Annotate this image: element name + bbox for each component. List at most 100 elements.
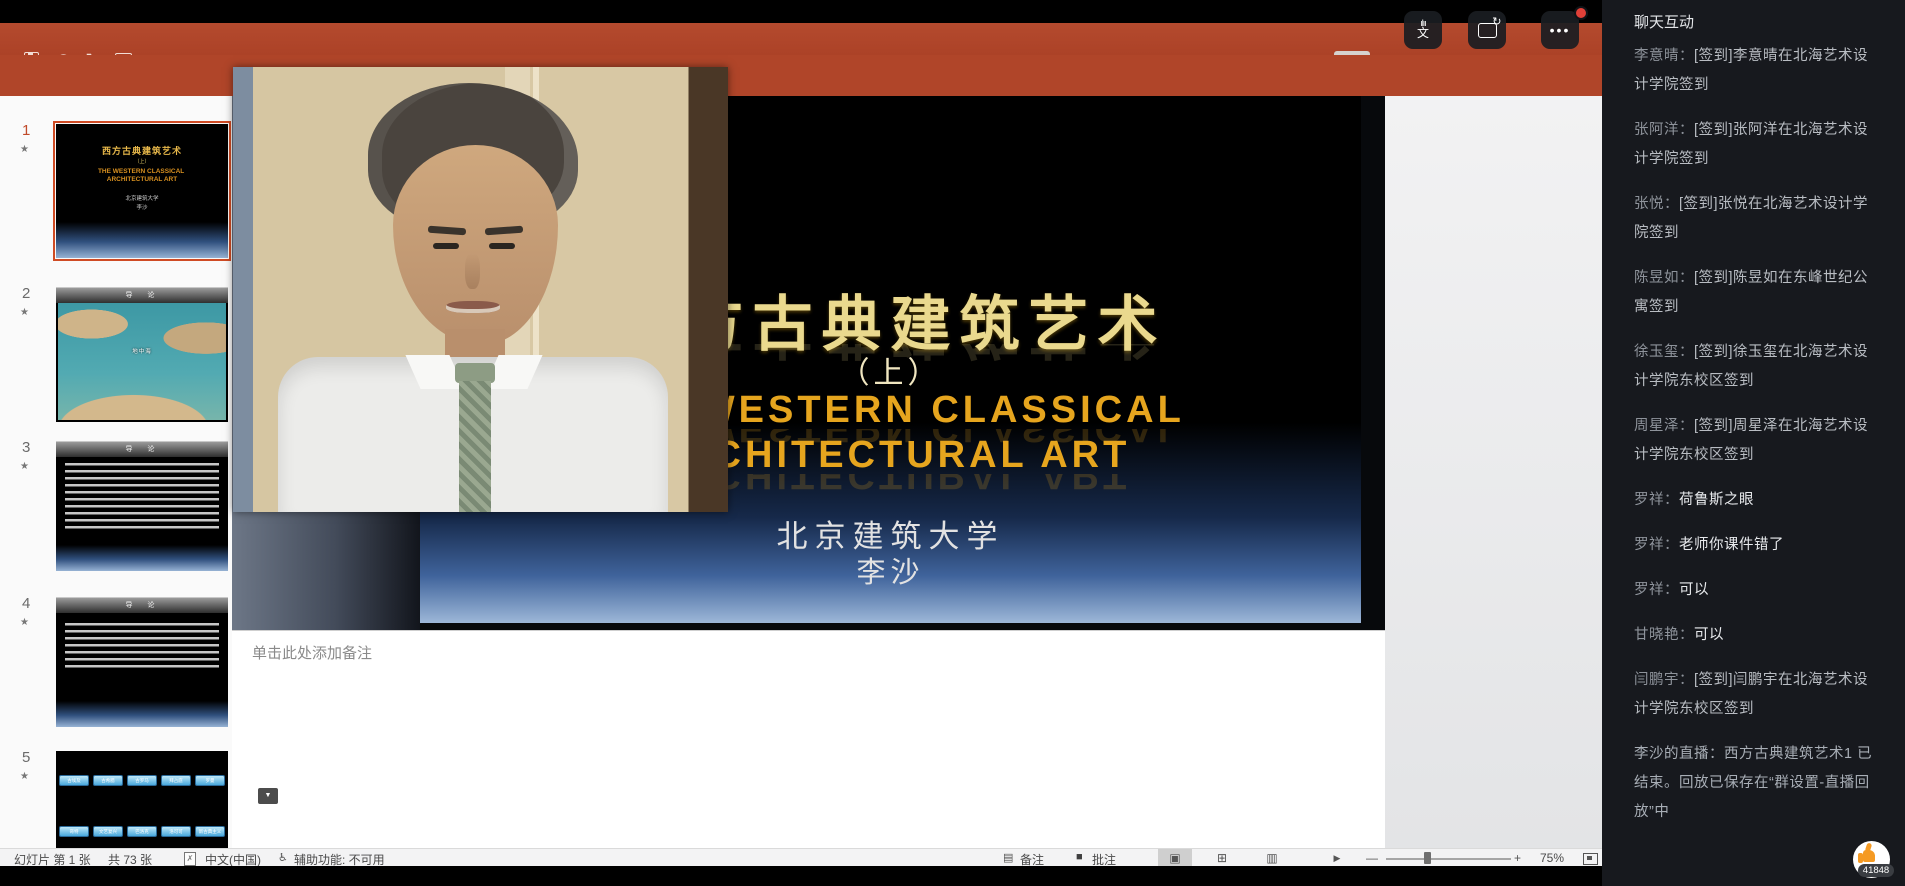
presenter-tie (455, 363, 495, 383)
period-button: 罗曼 (195, 775, 225, 786)
period-button: 古埃及 (59, 775, 89, 786)
chat-message: 甘晓艳：可以 (1634, 621, 1882, 650)
chat-message-text: 可以 (1679, 582, 1709, 598)
slide-thumbnail[interactable]: 导 论 (56, 441, 228, 571)
slide-number: 3 (22, 439, 30, 456)
letterbox-bottom (0, 866, 1602, 886)
chat-sender-name: 陈昱如： (1634, 270, 1694, 286)
view-reading-button[interactable]: ▥ (1255, 849, 1289, 867)
chat-message-text: 可以 (1694, 627, 1724, 643)
view-normal-button[interactable]: ▣ (1158, 849, 1192, 867)
period-button: 拜占庭 (161, 775, 191, 786)
chat-message: 徐玉玺：[签到]徐玉玺在北海艺术设计学院东校区签到 (1634, 338, 1882, 396)
chat-message: 张悦：[签到]张悦在北海艺术设计学院签到 (1634, 190, 1882, 248)
zoom-in-button[interactable]: + (1514, 851, 1521, 865)
chat-panel-title: 聊天互动 (1634, 11, 1694, 32)
chat-message-text: 荷鲁斯之眼 (1679, 492, 1754, 508)
more-options-button[interactable]: ••• (1541, 11, 1579, 49)
zoom-out-button[interactable]: — (1366, 851, 1378, 865)
chat-sender-name: 张悦： (1634, 196, 1679, 212)
chat-sender-name: 张阿洋： (1634, 122, 1694, 138)
zoom-slider-track[interactable] (1386, 858, 1511, 860)
chat-sender-name: 罗祥： (1634, 537, 1679, 553)
comments-icon: ■ (1076, 851, 1083, 863)
chat-system-message: 李沙的直播：西方古典建筑艺术1 已结束。回放已保存在“群设置-直播回放”中 (1634, 740, 1882, 827)
ellipsis-icon: ••• (1550, 23, 1571, 37)
chat-sender-name: 闫鹏宇： (1634, 672, 1694, 688)
chat-sender-name: 罗祥： (1634, 492, 1679, 508)
chat-message: 陈昱如：[签到]陈昱如在东峰世纪公寓签到 (1634, 264, 1882, 322)
animation-star-icon: ★ (20, 307, 29, 318)
chat-message: 周星泽：[签到]周星泽在北海艺术设计学院东校区签到 (1634, 412, 1882, 470)
notification-dot (1574, 6, 1588, 20)
slide-number: 4 (22, 595, 30, 612)
right-desktop-band (1385, 96, 1602, 848)
chat-sender-name: 罗祥： (1634, 582, 1679, 598)
switch-screen-button[interactable]: ↻ (1468, 11, 1506, 49)
notes-pane[interactable] (232, 630, 1385, 849)
spellcheck-icon[interactable]: ✗ (184, 852, 196, 866)
slide-thumbnail[interactable]: 西方古典建筑艺术（上）THE WESTERN CLASSICAL ARCHITE… (56, 124, 228, 258)
presenter-tie (459, 381, 491, 512)
scroll-down-button[interactable]: ▼ (258, 788, 278, 804)
chat-message: 罗祥：荷鲁斯之眼 (1634, 486, 1882, 515)
period-button: 新古典主义 (195, 826, 225, 837)
letterbox-top (0, 0, 1602, 23)
view-slideshow-button[interactable]: ▶ (1320, 849, 1354, 867)
chat-message: 罗祥：老师你课件错了 (1634, 531, 1882, 560)
fit-to-window-icon[interactable] (1583, 853, 1598, 865)
presenter-eye (489, 243, 515, 249)
chat-sender-name: 甘晓艳： (1634, 627, 1694, 643)
period-button: 哥特 (59, 826, 89, 837)
slide-thumbnail[interactable]: 导 论 (56, 597, 228, 727)
like-count-badge: 41848 (1858, 864, 1894, 877)
presenter-nose (465, 253, 480, 289)
slide-author: 李沙 (420, 549, 1361, 591)
presenter-webcam-video[interactable] (233, 67, 728, 512)
live-caption-translate-button[interactable]: ılıı 文 (1404, 11, 1442, 49)
rotate-arrow-icon: ↻ (1492, 15, 1501, 28)
chat-message: 闫鹏宇：[签到]闫鹏宇在北海艺术设计学院东校区签到 (1634, 666, 1882, 724)
animation-star-icon: ★ (20, 617, 29, 628)
zoom-level[interactable]: 75% (1540, 851, 1564, 865)
thumbnail-body-text (65, 623, 219, 672)
zoom-slider-thumb[interactable] (1424, 852, 1431, 864)
ppt-title-bar: ↶ ↻ ▸ ▾ 西方古典建筑艺术1.ppt[兼容模式] - PowerPoint… (0, 23, 1602, 55)
slide-number: 1 (22, 122, 30, 139)
period-button: 古希腊 (93, 775, 123, 786)
notes-toggle-icon: ▤ (1003, 851, 1013, 864)
chat-message-text: 李沙的直播：西方古典建筑艺术1 已结束。回放已保存在“群设置-直播回放”中 (1634, 746, 1872, 820)
chat-message: 李意晴：[签到]李意晴在北海艺术设计学院签到 (1634, 42, 1882, 100)
mediterranean-map: 地中海 (58, 303, 226, 420)
animation-star-icon: ★ (20, 771, 29, 782)
chat-message-text: 老师你课件错了 (1679, 537, 1784, 553)
status-bar: 幻灯片 第 1 张 共 73 张 ✗ 中文(中国) ♿ 辅助功能: 不可用 ▤ … (0, 848, 1602, 867)
slide-thumbnail[interactable]: 导 论地中海 (56, 287, 228, 422)
screen-icon: ↻ (1478, 23, 1497, 38)
chat-sender-name: 李意晴： (1634, 48, 1694, 64)
chat-message: 张阿洋：[签到]张阿洋在北海艺术设计学院签到 (1634, 116, 1882, 174)
translate-char: 文 (1417, 27, 1429, 40)
screen: ↶ ↻ ▸ ▾ 西方古典建筑艺术1.ppt[兼容模式] - PowerPoint… (0, 0, 1905, 886)
animation-star-icon: ★ (20, 461, 29, 472)
chat-sender-name: 周星泽： (1634, 418, 1694, 434)
chat-sender-name: 徐玉玺： (1634, 344, 1694, 360)
chat-message: 罗祥：可以 (1634, 576, 1882, 605)
slide-number: 5 (22, 749, 30, 766)
presenter-eye (433, 243, 459, 249)
thumbnail-body-text (65, 463, 219, 533)
slide-number: 2 (22, 285, 30, 302)
period-button: 巴洛克 (127, 826, 157, 837)
period-button: 洛可可 (161, 826, 191, 837)
slide-thumbnail[interactable]: 古埃及古希腊古罗马拜占庭罗曼哥特文艺复兴巴洛克洛可可新古典主义 (56, 751, 228, 848)
chat-panel[interactable]: 聊天互动 李意晴：[签到]李意晴在北海艺术设计学院签到张阿洋：[签到]张阿洋在北… (1602, 0, 1905, 886)
animation-star-icon: ★ (20, 144, 29, 155)
chat-message-list[interactable]: 李意晴：[签到]李意晴在北海艺术设计学院签到张阿洋：[签到]张阿洋在北海艺术设计… (1634, 42, 1882, 827)
period-button: 古罗马 (127, 775, 157, 786)
thumbs-up-icon (1863, 850, 1875, 862)
view-sorter-button[interactable]: ⊞ (1205, 849, 1239, 867)
presenter-mouth (446, 301, 500, 313)
accessibility-icon: ♿ (278, 851, 288, 864)
notes-placeholder[interactable]: 单击此处添加备注 (252, 642, 372, 663)
slide-thumbnail-panel[interactable]: 1 ★ 西方古典建筑艺术（上）THE WESTERN CLASSICAL ARCHI… (0, 96, 232, 848)
